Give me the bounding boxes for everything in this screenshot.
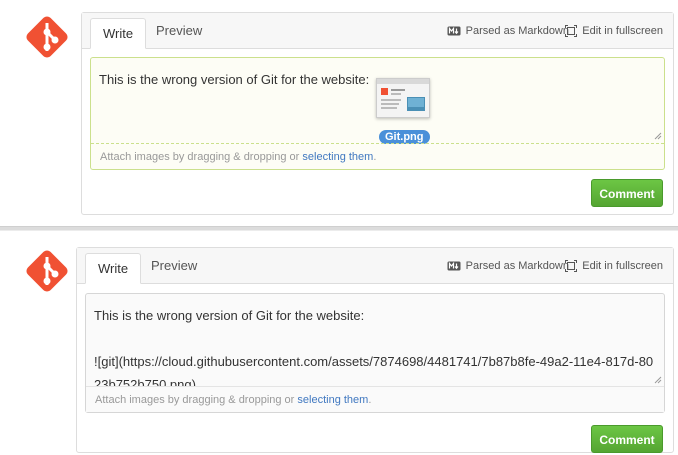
markdown-label: Parsed as Markdown (465, 259, 569, 272)
dragged-image-thumbnail (376, 78, 430, 118)
attach-hint-text: Attach images by dragging & dropping or (100, 151, 303, 163)
markdown-label: Parsed as Markdown (465, 24, 569, 37)
comment-editor[interactable]: This is the wrong version of Git for the… (90, 57, 665, 170)
section-divider (0, 226, 678, 231)
comment-textarea[interactable]: This is the wrong version of Git for the… (86, 294, 664, 392)
tab-bar: Write Preview Parsed as Markdown Edit in… (77, 248, 673, 284)
tab-preview[interactable]: Preview (144, 13, 214, 48)
markdown-hint[interactable]: Parsed as Markdown (447, 248, 569, 283)
select-files-link[interactable]: selecting them (297, 394, 368, 406)
tab-write[interactable]: Write (85, 253, 142, 284)
select-files-link[interactable]: selecting them (302, 151, 373, 163)
fullscreen-icon (565, 259, 578, 272)
dragged-file-name: Git.png (379, 130, 430, 144)
fullscreen-label: Edit in fullscreen (582, 259, 663, 272)
attach-hint-suffix: . (373, 151, 377, 163)
fullscreen-label: Edit in fullscreen (582, 24, 663, 37)
comment-form: Write Preview Parsed as Markdown Edit in… (81, 12, 674, 215)
tab-preview[interactable]: Preview (139, 248, 209, 283)
markdown-icon (447, 261, 461, 270)
git-logo-icon (26, 16, 68, 58)
fullscreen-button[interactable]: Edit in fullscreen (565, 13, 663, 48)
fullscreen-button[interactable]: Edit in fullscreen (565, 248, 663, 283)
git-logo-icon (26, 250, 68, 292)
attach-hint-suffix: . (368, 394, 372, 406)
comment-button[interactable]: Comment (591, 425, 663, 453)
image-preview-icon (377, 79, 429, 117)
comment-panel-dragging: Write Preview Parsed as Markdown Edit in… (0, 0, 678, 226)
markdown-hint[interactable]: Parsed as Markdown (447, 13, 569, 48)
tab-write[interactable]: Write (90, 18, 147, 49)
attach-images-hint: Attach images by dragging & dropping or … (91, 143, 664, 169)
tab-bar: Write Preview Parsed as Markdown Edit in… (82, 13, 673, 49)
fullscreen-icon (565, 24, 578, 37)
comment-panel-uploaded: Write Preview Parsed as Markdown Edit in… (0, 234, 678, 455)
attach-hint-text: Attach images by dragging & dropping or (95, 394, 298, 406)
attach-images-hint: Attach images by dragging & dropping or … (86, 386, 664, 412)
comment-button[interactable]: Comment (591, 179, 663, 207)
comment-form: Write Preview Parsed as Markdown Edit in… (76, 247, 674, 453)
resize-handle-icon[interactable] (654, 132, 662, 140)
markdown-icon (447, 26, 461, 35)
resize-handle-icon[interactable] (654, 376, 662, 384)
comment-editor[interactable]: This is the wrong version of Git for the… (85, 293, 665, 413)
